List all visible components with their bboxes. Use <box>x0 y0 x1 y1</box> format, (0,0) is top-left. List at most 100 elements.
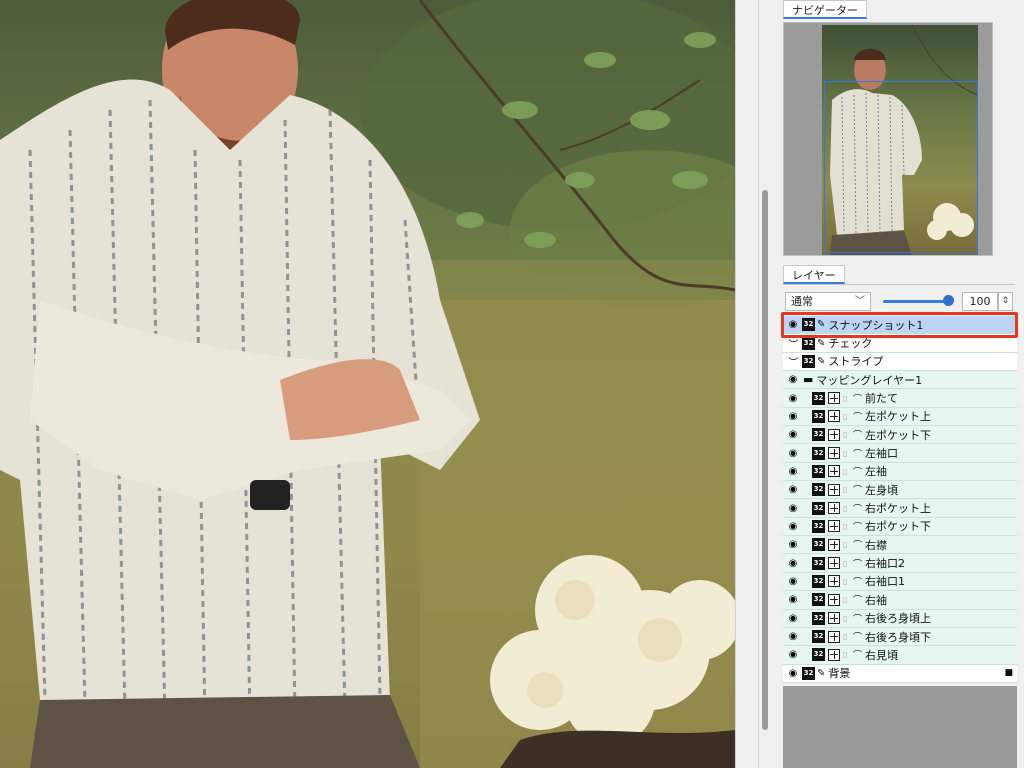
clip-icon: ⌒ <box>853 394 863 405</box>
link-icon[interactable]: ▯ <box>843 577 848 586</box>
opacity-input[interactable]: 100 <box>962 292 998 311</box>
layer-row[interactable]: ◉ 32 ▯ ⌒ 右後ろ身頃下 <box>783 627 1017 647</box>
mesh-icon <box>828 428 840 441</box>
eye-closed-icon[interactable]: ︶ <box>786 354 800 369</box>
blend-mode-select[interactable]: 通常 ﹀ <box>785 292 871 311</box>
lock-icon[interactable]: ■ <box>1004 668 1013 678</box>
scroll-thumb[interactable] <box>762 190 768 730</box>
layer-row[interactable]: ◉ ▬ マッピングレイヤー1 <box>783 371 1017 390</box>
bit-depth-badge: 32 <box>812 630 825 644</box>
link-icon[interactable]: ▯ <box>843 632 848 641</box>
link-icon[interactable]: ▯ <box>843 614 848 623</box>
layer-row[interactable]: ◉ 32 ▯ ⌒ 前たて <box>783 389 1017 408</box>
layer-row[interactable]: ◉ 32 ✎ 背景 ■ <box>783 664 1017 683</box>
clip-icon: ⌒ <box>853 577 863 588</box>
layer-row[interactable]: ◉ 32 ▯ ⌒ 右ポケット上 <box>783 499 1017 518</box>
eye-icon[interactable]: ◉ <box>786 393 800 404</box>
layer-name: 右袖 <box>865 593 888 607</box>
layer-list-empty-area <box>783 686 1017 768</box>
eye-icon[interactable]: ◉ <box>786 521 800 532</box>
bit-depth-badge: 32 <box>812 428 825 442</box>
clip-icon: ⌒ <box>853 467 863 478</box>
eye-icon[interactable]: ◉ <box>786 668 800 679</box>
link-icon[interactable]: ▯ <box>843 595 848 604</box>
bit-depth-badge: 32 <box>812 538 825 552</box>
eye-icon[interactable]: ◉ <box>786 466 800 477</box>
tab-navigator[interactable]: ナビゲーター <box>783 0 867 19</box>
eye-icon[interactable]: ◉ <box>786 594 800 605</box>
eye-icon[interactable]: ◉ <box>786 613 800 624</box>
navigator-viewport-rect[interactable] <box>824 81 978 253</box>
link-icon[interactable]: ▯ <box>843 394 848 403</box>
layer-row[interactable]: ◉ 32 ▯ ⌒ 右ポケット下 <box>783 517 1017 537</box>
layer-name: 左ポケット下 <box>865 428 932 442</box>
eye-icon[interactable]: ◉ <box>786 649 800 660</box>
layer-row[interactable]: ◉ 32 ▯ ⌒ 右襟 <box>783 536 1017 555</box>
link-icon[interactable]: ▯ <box>843 467 848 476</box>
layer-row[interactable]: ◉ 32 ▯ ⌒ 左ポケット上 <box>783 407 1017 427</box>
layer-name: 前たて <box>865 392 899 406</box>
mesh-icon <box>828 630 840 643</box>
layer-row[interactable]: ◉ 32 ▯ ⌒ 右後ろ身頃上 <box>783 609 1017 628</box>
mesh-icon <box>828 520 840 533</box>
layer-row[interactable]: ◉ 32 ▯ ⌒ 右見頃 <box>783 646 1017 665</box>
link-icon[interactable]: ▯ <box>843 449 848 458</box>
layer-name: スナップショット1 <box>828 318 924 332</box>
layer-row[interactable]: ◉ 32 ▯ ⌒ 右袖口2 <box>783 554 1017 573</box>
eye-icon[interactable]: ◉ <box>786 539 800 550</box>
eye-closed-icon[interactable]: ︶ <box>786 336 800 351</box>
tab-layers[interactable]: レイヤー <box>783 265 845 284</box>
eye-icon[interactable]: ◉ <box>786 631 800 642</box>
link-icon[interactable]: ▯ <box>843 504 848 513</box>
layer-name: 右ポケット下 <box>865 520 932 534</box>
opacity-slider-handle[interactable] <box>943 295 954 306</box>
eye-icon[interactable]: ◉ <box>786 558 800 569</box>
layer-name: ストライプ <box>828 355 884 369</box>
eye-icon[interactable]: ◉ <box>786 503 800 514</box>
blend-mode-value: 通常 <box>791 295 813 308</box>
canvas-vertical-scrollbar[interactable] <box>735 0 769 768</box>
layer-row[interactable]: ︶ 32 ✎ チェック <box>783 334 1017 353</box>
link-icon[interactable]: ▯ <box>843 650 848 659</box>
link-icon[interactable]: ▯ <box>843 485 848 494</box>
opacity-spinner[interactable]: ⇕ <box>998 292 1013 311</box>
link-icon[interactable]: ▯ <box>843 412 848 421</box>
eye-icon[interactable]: ◉ <box>786 448 800 459</box>
layer-name: 右後ろ身頃下 <box>865 630 932 644</box>
eye-icon[interactable]: ◉ <box>786 319 800 330</box>
clip-icon: ⌒ <box>853 614 863 625</box>
link-icon[interactable]: ▯ <box>843 559 848 568</box>
photo-illustration <box>0 0 735 768</box>
image-canvas[interactable] <box>0 0 735 768</box>
folder-icon[interactable]: ▬ <box>803 373 813 386</box>
link-icon[interactable]: ▯ <box>843 430 848 439</box>
link-icon[interactable]: ▯ <box>843 540 848 549</box>
layer-row[interactable]: ◉ 32 ▯ ⌒ 左袖 <box>783 462 1017 482</box>
eye-icon[interactable]: ◉ <box>786 484 800 495</box>
layer-name: 右襟 <box>865 538 888 552</box>
layer-name: 左袖口 <box>865 447 899 461</box>
layer-name: チェック <box>828 337 873 351</box>
mesh-icon <box>828 465 840 478</box>
layer-row[interactable]: ◉ 32 ▯ ⌒ 左身頃 <box>783 481 1017 500</box>
eye-icon[interactable]: ◉ <box>786 374 800 385</box>
bit-depth-badge: 32 <box>812 501 825 515</box>
layer-row[interactable]: ◉ 32 ✎ スナップショット1 <box>783 316 1017 335</box>
eye-icon[interactable]: ◉ <box>786 429 800 440</box>
mesh-icon <box>828 410 840 423</box>
bit-depth-badge: 32 <box>802 336 815 350</box>
pen-icon: ✎ <box>817 355 826 367</box>
navigator-view[interactable] <box>783 22 993 256</box>
layer-row[interactable]: ︶ 32 ✎ ストライプ <box>783 352 1017 372</box>
bit-depth-badge: 32 <box>812 556 825 570</box>
clip-icon: ⌒ <box>853 486 863 497</box>
eye-icon[interactable]: ◉ <box>786 411 800 422</box>
layer-row[interactable]: ◉ 32 ▯ ⌒ 右袖 <box>783 591 1017 610</box>
link-icon[interactable]: ▯ <box>843 522 848 531</box>
layer-name: 右後ろ身頃上 <box>865 612 932 626</box>
mesh-icon <box>828 612 840 625</box>
layer-row[interactable]: ◉ 32 ▯ ⌒ 右袖口1 <box>783 572 1017 592</box>
layer-row[interactable]: ◉ 32 ▯ ⌒ 左袖口 <box>783 444 1017 463</box>
eye-icon[interactable]: ◉ <box>786 576 800 587</box>
layer-row[interactable]: ◉ 32 ▯ ⌒ 左ポケット下 <box>783 426 1017 445</box>
